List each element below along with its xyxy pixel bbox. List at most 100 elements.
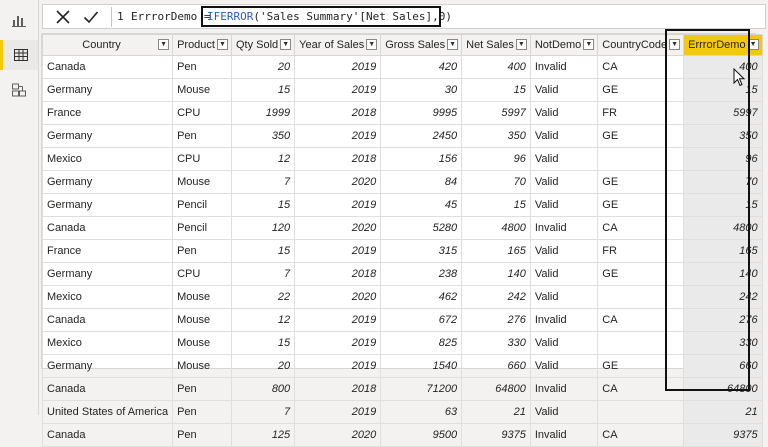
filter-dropdown-icon[interactable]: ▼	[366, 39, 378, 50]
table-cell[interactable]: Pen	[172, 377, 232, 401]
table-cell[interactable]: Mouse	[172, 331, 232, 355]
table-cell[interactable]: 20	[230, 55, 296, 79]
table-cell[interactable]: 238	[380, 262, 463, 286]
table-cell[interactable]: Invalid	[529, 308, 599, 332]
table-cell[interactable]: 1540	[380, 354, 463, 378]
table-cell[interactable]: Valid	[529, 262, 599, 286]
table-cell[interactable]: 2018	[294, 262, 382, 286]
model-view-icon[interactable]	[0, 75, 38, 105]
table-cell[interactable]	[597, 285, 685, 309]
table-cell[interactable]: 2019	[294, 400, 382, 424]
table-cell[interactable]: Mexico	[41, 285, 174, 309]
table-cell[interactable]: FR	[597, 101, 685, 125]
commit-formula-button[interactable]	[79, 7, 103, 27]
table-cell[interactable]: Germany	[41, 78, 174, 102]
table-cell[interactable]: Mouse	[172, 354, 232, 378]
table-cell[interactable]: 400	[461, 55, 531, 79]
table-cell[interactable]: 2019	[294, 354, 382, 378]
table-cell[interactable]: 350	[683, 124, 763, 148]
table-cell[interactable]: 2019	[294, 193, 382, 217]
table-cell[interactable]: 276	[683, 308, 763, 332]
table-cell[interactable]: 64800	[683, 377, 763, 401]
filter-dropdown-icon[interactable]: ▼	[158, 39, 170, 50]
table-cell[interactable]: Canada	[41, 377, 174, 401]
table-cell[interactable]: 15	[230, 78, 296, 102]
table-cell[interactable]: 2019	[294, 78, 382, 102]
table-cell[interactable]: Pencil	[172, 193, 232, 217]
table-cell[interactable]: Mexico	[41, 331, 174, 355]
report-view-icon[interactable]	[0, 5, 38, 35]
table-cell[interactable]: 15	[683, 193, 763, 217]
filter-dropdown-icon[interactable]: ▼	[447, 39, 459, 50]
column-header-notdemo[interactable]: NotDemo ▼	[529, 34, 599, 56]
table-cell[interactable]: Valid	[529, 101, 599, 125]
table-cell[interactable]: 96	[683, 147, 763, 171]
formula-expression[interactable]: IFERROR('Sales Summary'[Net Sales],0)	[207, 10, 452, 23]
filter-dropdown-icon[interactable]: ▼	[669, 39, 681, 50]
table-cell[interactable]: 350	[461, 124, 531, 148]
table-cell[interactable]: 242	[683, 285, 763, 309]
table-cell[interactable]: France	[41, 101, 174, 125]
table-cell[interactable]: 63	[380, 400, 463, 424]
filter-dropdown-icon[interactable]: ▼	[216, 39, 228, 50]
table-cell[interactable]: 15	[461, 78, 531, 102]
table-cell[interactable]: Canada	[41, 55, 174, 79]
table-cell[interactable]: 71200	[380, 377, 463, 401]
table-cell[interactable]: 165	[683, 239, 763, 263]
table-cell[interactable]: CA	[597, 423, 685, 447]
table-cell[interactable]: GE	[597, 170, 685, 194]
table-cell[interactable]: 2020	[294, 170, 382, 194]
table-cell[interactable]: Invalid	[529, 216, 599, 240]
table-cell[interactable]: 5997	[683, 101, 763, 125]
table-cell[interactable]: Mouse	[172, 78, 232, 102]
table-cell[interactable]: 15	[230, 239, 296, 263]
table-cell[interactable]: Valid	[529, 400, 599, 424]
table-cell[interactable]: 276	[461, 308, 531, 332]
table-cell[interactable]: Valid	[529, 331, 599, 355]
table-cell[interactable]: 140	[683, 262, 763, 286]
table-cell[interactable]: 2020	[294, 285, 382, 309]
table-cell[interactable]: 1999	[230, 101, 296, 125]
table-cell[interactable]	[597, 400, 685, 424]
table-cell[interactable]: 70	[461, 170, 531, 194]
column-header-qty-sold[interactable]: Qty Sold ▼	[230, 34, 296, 56]
table-cell[interactable]: Mouse	[172, 170, 232, 194]
table-cell[interactable]: 672	[380, 308, 463, 332]
table-cell[interactable]: Pencil	[172, 216, 232, 240]
table-cell[interactable]: CPU	[172, 262, 232, 286]
table-cell[interactable]: Pen	[172, 239, 232, 263]
table-cell[interactable]: 45	[380, 193, 463, 217]
table-cell[interactable]: 125	[230, 423, 296, 447]
table-cell[interactable]: 70	[683, 170, 763, 194]
table-cell[interactable]: Valid	[529, 239, 599, 263]
table-cell[interactable]: 242	[461, 285, 531, 309]
table-cell[interactable]: CPU	[172, 147, 232, 171]
table-cell[interactable]: Invalid	[529, 377, 599, 401]
table-cell[interactable]: 660	[461, 354, 531, 378]
table-cell[interactable]: Pen	[172, 400, 232, 424]
table-cell[interactable]: 4800	[683, 216, 763, 240]
table-cell[interactable]: 462	[380, 285, 463, 309]
table-cell[interactable]: GE	[597, 262, 685, 286]
column-header-country[interactable]: Country ▼	[41, 34, 174, 56]
table-cell[interactable]: 30	[380, 78, 463, 102]
table-cell[interactable]: 22	[230, 285, 296, 309]
table-cell[interactable]: 2019	[294, 239, 382, 263]
table-cell[interactable]: 9375	[461, 423, 531, 447]
table-cell[interactable]: 330	[461, 331, 531, 355]
column-header-gross-sales[interactable]: Gross Sales ▼	[380, 34, 463, 56]
column-header-net-sales[interactable]: Net Sales ▼	[461, 34, 531, 56]
table-cell[interactable]: 5997	[461, 101, 531, 125]
table-cell[interactable]: CA	[597, 216, 685, 240]
table-cell[interactable]: GE	[597, 193, 685, 217]
table-cell[interactable]: CPU	[172, 101, 232, 125]
table-cell[interactable]: 2019	[294, 331, 382, 355]
table-cell[interactable]: 9500	[380, 423, 463, 447]
table-cell[interactable]: 2019	[294, 308, 382, 332]
table-cell[interactable]: 9995	[380, 101, 463, 125]
table-cell[interactable]: Canada	[41, 423, 174, 447]
table-cell[interactable]: 350	[230, 124, 296, 148]
table-cell[interactable]: GE	[597, 78, 685, 102]
table-cell[interactable]: 120	[230, 216, 296, 240]
table-cell[interactable]: 7	[230, 170, 296, 194]
